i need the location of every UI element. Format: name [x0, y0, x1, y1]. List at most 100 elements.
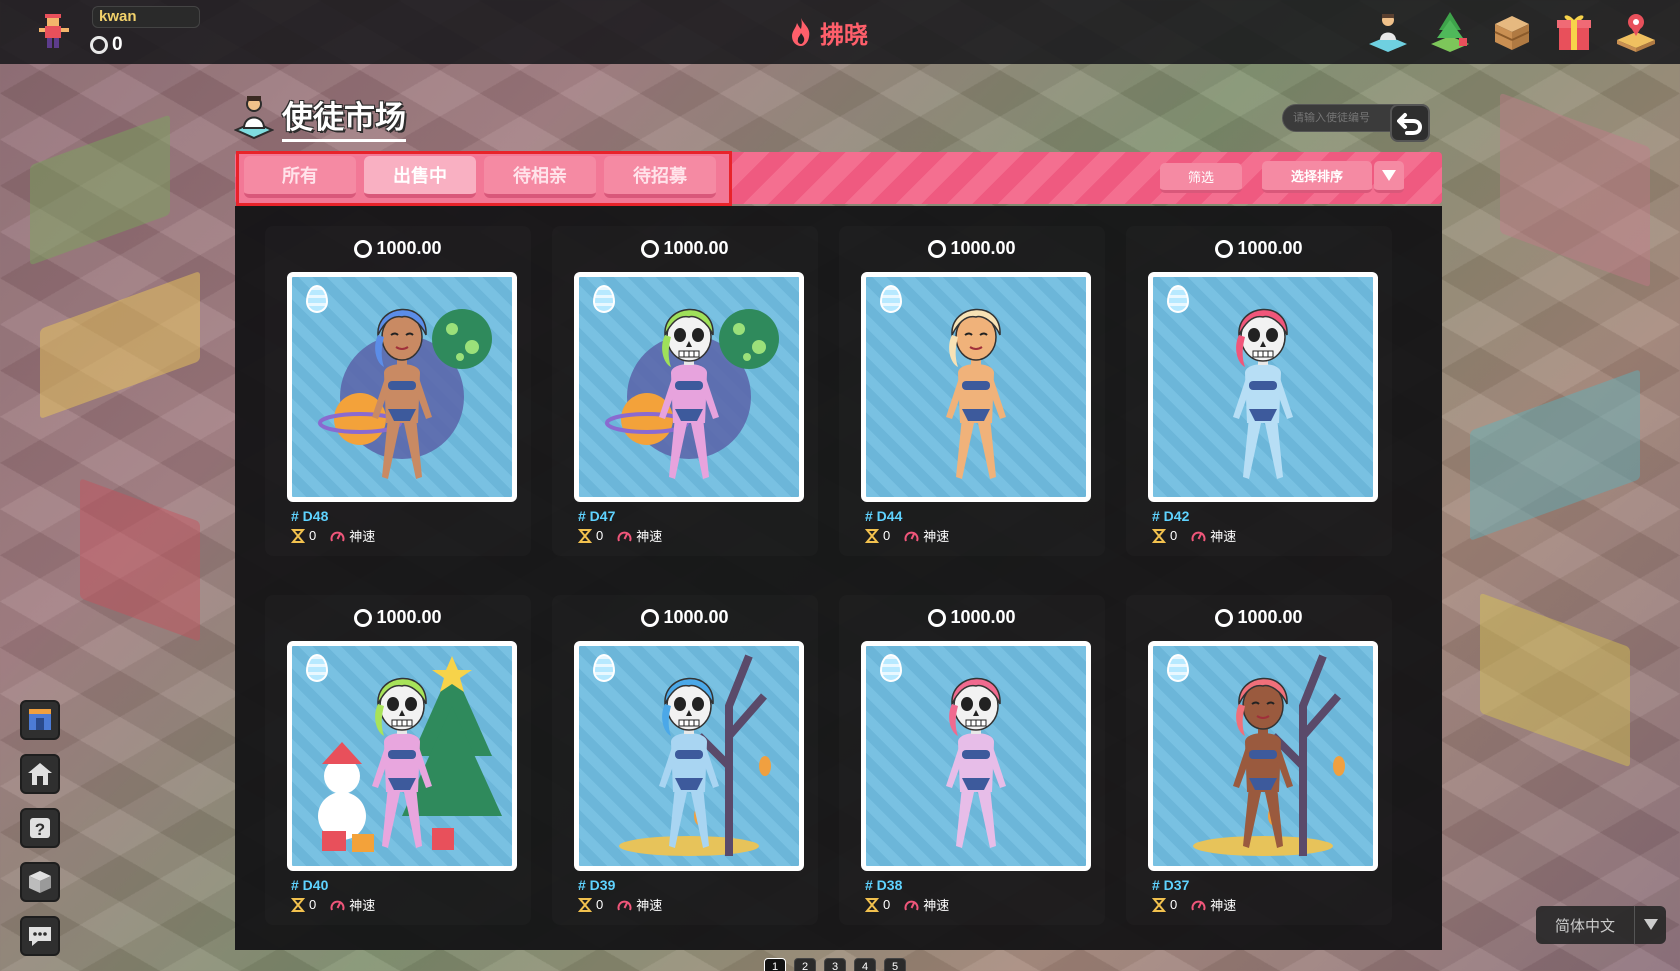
balance-display: 0	[90, 33, 123, 57]
apostle-id: # D48	[291, 508, 329, 524]
speed-value: 神速	[636, 898, 663, 913]
egg-icon	[1167, 285, 1189, 313]
apostle-card[interactable]: 1000.00 # D48 0 神速	[265, 226, 531, 556]
page-title: 拂晓	[790, 14, 868, 50]
speedometer-icon	[1191, 531, 1206, 541]
apostle-portrait[interactable]	[574, 272, 804, 502]
sort-dropdown-button[interactable]	[1374, 161, 1404, 193]
apostle-id: # D38	[865, 877, 903, 893]
price-value: 1000.00	[663, 238, 729, 258]
apostle-card[interactable]: 1000.00 # D40 0 神速	[265, 595, 531, 925]
character-icon[interactable]	[1366, 8, 1410, 56]
tree-icon[interactable]	[1428, 8, 1472, 56]
tab-for-recruit[interactable]: 待招募	[604, 156, 716, 198]
apostle-image	[605, 308, 779, 479]
search-button[interactable]	[1390, 104, 1430, 142]
coin-icon	[928, 239, 947, 258]
generation-stat: 0	[1152, 897, 1177, 912]
page-button[interactable]: 1	[764, 958, 786, 971]
search-field[interactable]	[1282, 104, 1400, 132]
gift-icon[interactable]	[1552, 8, 1596, 56]
price-value: 1000.00	[950, 238, 1016, 258]
apostle-portrait[interactable]	[574, 641, 804, 871]
tab-on-sale[interactable]: 出售中	[364, 156, 476, 198]
apostle-stats: 0 神速	[578, 895, 662, 914]
coin-icon	[928, 608, 947, 627]
coin-icon	[1215, 608, 1234, 627]
market-icon	[234, 96, 274, 140]
apostle-portrait[interactable]	[861, 641, 1091, 871]
apostle-id: # D42	[1152, 508, 1190, 524]
apostle-image	[946, 308, 1006, 479]
box-icon[interactable]	[20, 862, 60, 902]
page-button[interactable]: 5	[884, 958, 906, 971]
apostle-portrait[interactable]	[1148, 641, 1378, 871]
tab-all[interactable]: 所有	[244, 156, 356, 198]
language-dropdown-button[interactable]	[1634, 906, 1666, 944]
coin-icon	[354, 239, 373, 258]
apostle-stats: 0 神速	[865, 895, 949, 914]
apostle-stats: 0 神速	[291, 895, 375, 914]
apostle-card[interactable]: 1000.00 # D44 0 神速	[839, 226, 1105, 556]
sort-select[interactable]: 选择排序	[1262, 161, 1372, 193]
speedometer-icon	[330, 531, 345, 541]
language-select[interactable]: 简体中文	[1536, 906, 1634, 944]
apostle-card[interactable]: 1000.00 # D47 0 神速	[552, 226, 818, 556]
speed-stat: 神速	[330, 526, 375, 545]
scenery-block	[80, 478, 200, 642]
tab-for-mating[interactable]: 待相亲	[484, 156, 596, 198]
apostle-card[interactable]: 1000.00 # D38 0 神速	[839, 595, 1105, 925]
chat-icon[interactable]	[20, 916, 60, 956]
apostle-image	[318, 656, 502, 852]
chest-icon[interactable]	[1490, 8, 1534, 56]
speed-value: 神速	[923, 529, 950, 544]
scenery-block	[1470, 369, 1640, 541]
apostle-portrait[interactable]	[287, 641, 517, 871]
user-avatar[interactable]	[30, 12, 80, 52]
apostle-card[interactable]: 1000.00 # D37 0 神速	[1126, 595, 1392, 925]
speed-stat: 神速	[617, 895, 662, 914]
coin-icon	[641, 239, 660, 258]
apostle-portrait[interactable]	[861, 272, 1091, 502]
speedometer-icon	[904, 531, 919, 541]
search-input[interactable]	[1293, 112, 1399, 124]
top-icon-bar	[1366, 8, 1658, 56]
page-button[interactable]: 4	[854, 958, 876, 971]
generation-stat: 0	[865, 897, 890, 912]
speed-value: 神速	[923, 898, 950, 913]
store-icon[interactable]	[20, 700, 60, 740]
card-price: 1000.00	[839, 607, 1105, 628]
page-button[interactable]: 2	[794, 958, 816, 971]
egg-icon	[593, 654, 615, 682]
help-icon[interactable]: ?	[20, 808, 60, 848]
egg-icon	[593, 285, 615, 313]
scenery-block	[30, 114, 170, 266]
generation-value: 0	[1170, 897, 1178, 912]
apostle-portrait[interactable]	[1148, 272, 1378, 502]
speed-stat: 神速	[904, 895, 949, 914]
land-icon[interactable]	[1614, 8, 1658, 56]
apostle-image	[619, 654, 771, 856]
hourglass-icon	[1152, 528, 1166, 543]
generation-stat: 0	[865, 528, 890, 543]
home-icon[interactable]	[20, 754, 60, 794]
scenery-block	[1500, 92, 1650, 288]
market-title: 使徒市场	[282, 92, 406, 142]
page-button[interactable]: 3	[824, 958, 846, 971]
coin-icon	[1215, 239, 1234, 258]
apostle-card[interactable]: 1000.00 # D42 0 神速	[1126, 226, 1392, 556]
apostle-portrait[interactable]	[287, 272, 517, 502]
generation-value: 0	[1170, 528, 1178, 543]
price-value: 1000.00	[1237, 238, 1303, 258]
apostle-image	[1193, 654, 1345, 856]
filter-button[interactable]: 筛选	[1160, 163, 1242, 193]
egg-icon	[880, 285, 902, 313]
generation-value: 0	[309, 897, 317, 912]
apostle-card[interactable]: 1000.00 # D39 0 神速	[552, 595, 818, 925]
card-price: 1000.00	[552, 238, 818, 259]
speedometer-icon	[617, 900, 632, 910]
apostle-image	[946, 677, 1006, 848]
pagination: 1 2 3 4 5	[764, 958, 906, 971]
generation-value: 0	[309, 528, 317, 543]
apostle-stats: 0 神速	[291, 526, 375, 545]
